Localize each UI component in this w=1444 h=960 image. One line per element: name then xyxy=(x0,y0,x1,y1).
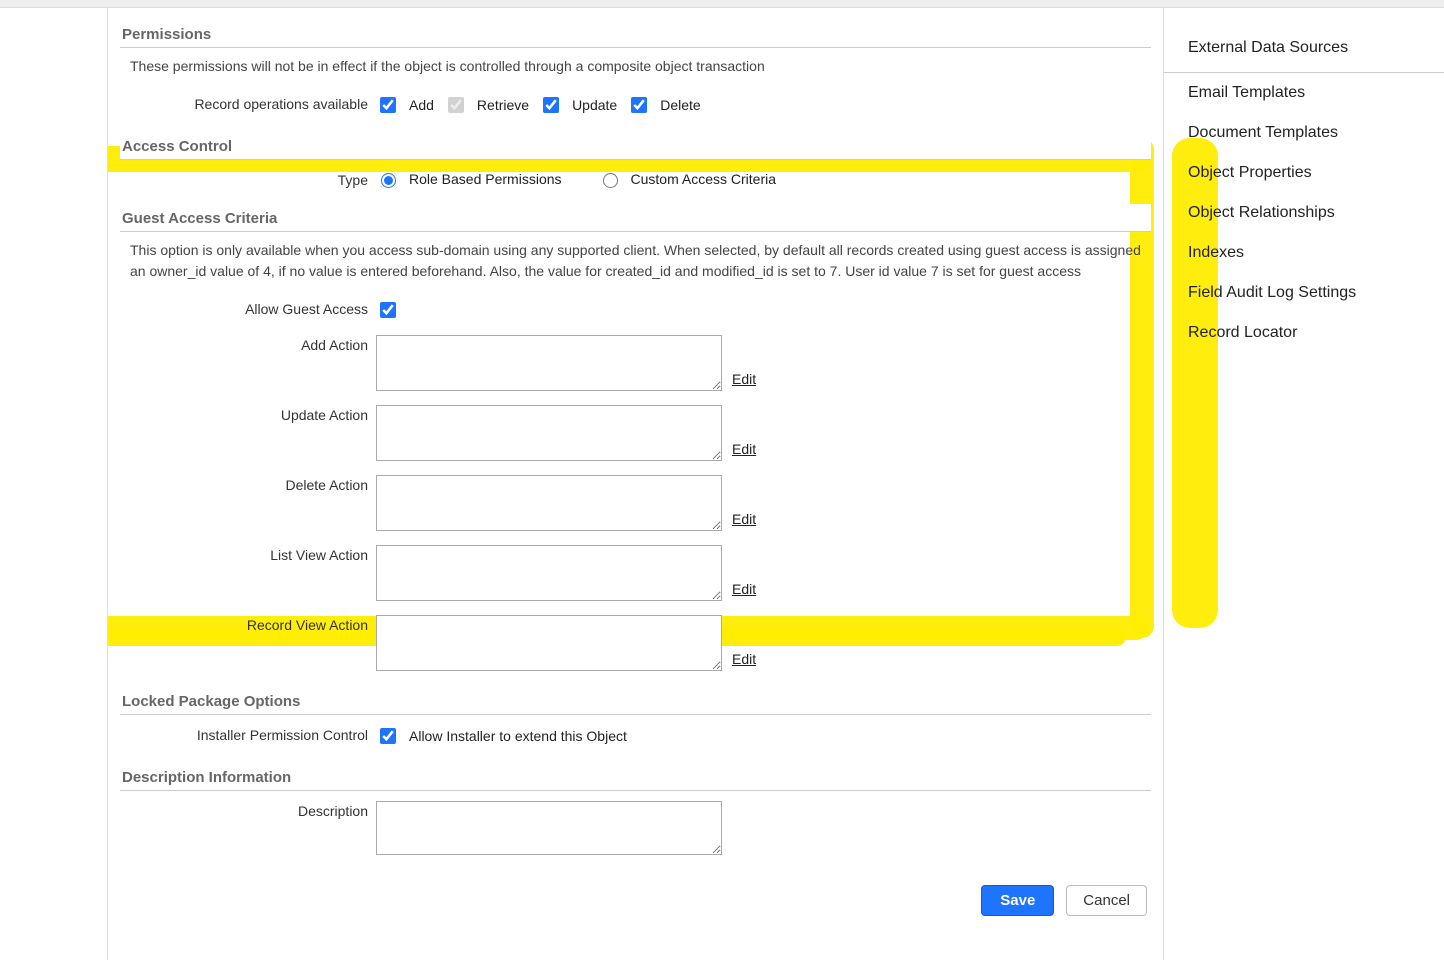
record-view-action-label: Record View Action xyxy=(120,611,376,633)
custom-criteria-label: Custom Access Criteria xyxy=(631,171,776,187)
allow-guest-checkbox[interactable] xyxy=(380,302,396,318)
sidebar-item-email-templates[interactable]: Email Templates xyxy=(1188,73,1420,113)
description-label: Description xyxy=(120,797,376,819)
delete-label: Delete xyxy=(660,97,700,113)
update-action-input[interactable] xyxy=(376,405,722,461)
sidebar-item-record-locator[interactable]: Record Locator xyxy=(1188,313,1420,353)
retrieve-label: Retrieve xyxy=(477,97,529,113)
add-label: Add xyxy=(409,97,434,113)
record-view-action-input[interactable] xyxy=(376,615,722,671)
type-label: Type xyxy=(120,166,376,188)
delete-action-input[interactable] xyxy=(376,475,722,531)
add-action-input[interactable] xyxy=(376,335,722,391)
allow-installer-extend-checkbox[interactable] xyxy=(380,728,396,744)
update-label: Update xyxy=(572,97,617,113)
retrieve-checkbox xyxy=(448,97,464,113)
sidebar-item-indexes[interactable]: Indexes xyxy=(1188,233,1420,273)
sidebar-item-object-properties[interactable]: Object Properties xyxy=(1188,153,1420,193)
side-nav: External Data Sources Email TemplatesDocu… xyxy=(1164,8,1444,960)
add-checkbox[interactable] xyxy=(380,97,396,113)
delete-action-label: Delete Action xyxy=(120,471,376,493)
delete-checkbox[interactable] xyxy=(631,97,647,113)
access-control-header: Access Control xyxy=(120,132,1151,160)
description-input[interactable] xyxy=(376,801,722,855)
installer-permission-label: Installer Permission Control xyxy=(120,721,376,743)
role-based-radio[interactable] xyxy=(381,173,396,188)
guest-access-header: Guest Access Criteria xyxy=(120,204,1151,232)
guest-access-note: This option is only available when you a… xyxy=(120,232,1151,289)
cancel-button[interactable]: Cancel xyxy=(1066,885,1147,916)
list-view-action-edit-link[interactable]: Edit xyxy=(732,581,756,597)
sidebar-item-external-data-sources[interactable]: External Data Sources xyxy=(1188,28,1420,68)
record-ops-label: Record operations available xyxy=(120,90,376,112)
locked-package-header: Locked Package Options xyxy=(120,687,1151,715)
role-based-label: Role Based Permissions xyxy=(409,171,562,187)
left-gutter xyxy=(0,8,108,960)
update-action-label: Update Action xyxy=(120,401,376,423)
list-view-action-input[interactable] xyxy=(376,545,722,601)
permissions-header: Permissions xyxy=(120,20,1151,48)
sidebar-item-document-templates[interactable]: Document Templates xyxy=(1188,113,1420,153)
window-topbar xyxy=(0,0,1444,8)
custom-criteria-radio[interactable] xyxy=(603,173,618,188)
allow-installer-extend-label: Allow Installer to extend this Object xyxy=(409,728,627,744)
add-action-edit-link[interactable]: Edit xyxy=(732,371,756,387)
add-action-label: Add Action xyxy=(120,331,376,353)
allow-guest-label: Allow Guest Access xyxy=(120,295,376,317)
list-view-action-label: List View Action xyxy=(120,541,376,563)
page: Permissions These permissions will not b… xyxy=(0,8,1444,960)
delete-action-edit-link[interactable]: Edit xyxy=(732,511,756,527)
update-action-edit-link[interactable]: Edit xyxy=(732,441,756,457)
sidebar-item-field-audit-log-settings[interactable]: Field Audit Log Settings xyxy=(1188,273,1420,313)
update-checkbox[interactable] xyxy=(543,97,559,113)
description-information-header: Description Information xyxy=(120,763,1151,791)
main-form: Permissions These permissions will not b… xyxy=(108,8,1164,960)
save-button[interactable]: Save xyxy=(981,885,1054,916)
record-view-action-edit-link[interactable]: Edit xyxy=(732,651,756,667)
sidebar-item-object-relationships[interactable]: Object Relationships xyxy=(1188,193,1420,233)
permissions-note: These permissions will not be in effect … xyxy=(120,48,1151,84)
